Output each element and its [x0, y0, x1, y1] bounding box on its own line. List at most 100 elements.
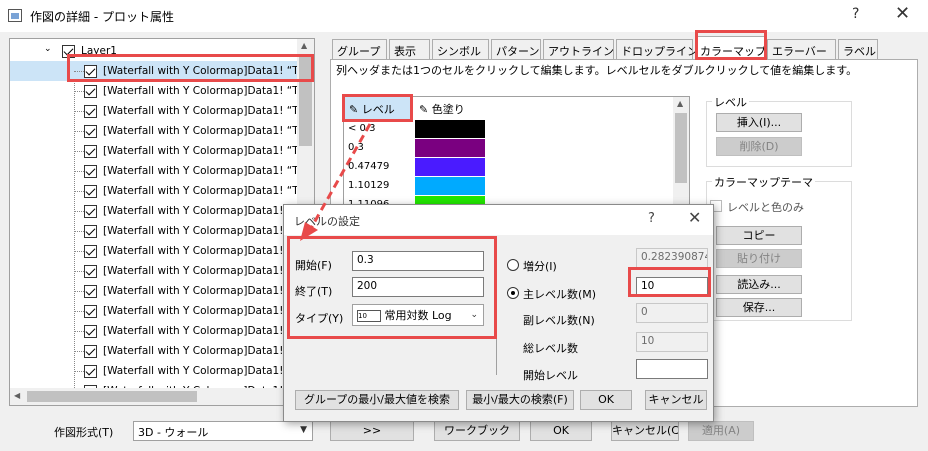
tree-item[interactable]: [Waterfall with Y Colormap]Data1! “Time [10, 61, 314, 81]
chevron-down-icon[interactable]: ⌄ [44, 44, 52, 54]
tree-item-checkbox[interactable] [84, 265, 97, 278]
tab-0[interactable]: グループ [332, 39, 387, 59]
colormap-grid[interactable]: ✎ レベル ✎ 色塗り < 0.30.30.474791.101291.1109… [343, 96, 690, 214]
dialog-ok-button[interactable]: OK [580, 390, 632, 410]
tree-item[interactable]: [Waterfall with Y Colormap]Data1! “T [10, 321, 299, 341]
tree-item-label: [Waterfall with Y Colormap]Data1! “T [103, 185, 299, 197]
apply-button[interactable]: 適用(A) [688, 421, 754, 441]
tree-item[interactable]: [Waterfall with Y Colormap]Data1! “T [10, 341, 299, 361]
scroll-up-icon[interactable]: ▲ [677, 99, 683, 108]
fill-column-header[interactable]: ✎ 色塗り [415, 97, 485, 119]
tree-item[interactable]: [Waterfall with Y Colormap]Data1! “T [10, 221, 299, 241]
find-minmax-button[interactable]: 最小/最大の検索(F) [466, 390, 574, 410]
scroll-left-icon[interactable]: ◀ [14, 391, 20, 400]
grid-vertical-scrollbar[interactable]: ▲ [673, 97, 689, 207]
dialog-cancel-button[interactable]: キャンセル [645, 390, 707, 410]
tree-item-checkbox[interactable] [84, 245, 97, 258]
tab-5[interactable]: ドロップライン [616, 39, 698, 59]
tree-guide-line [74, 311, 84, 312]
tree-item-checkbox[interactable] [84, 205, 97, 218]
grid-vertical-thumb[interactable] [675, 113, 687, 183]
level-cell[interactable]: 0.3 [348, 142, 364, 153]
load-theme-button[interactable]: 読込み... [716, 275, 802, 294]
insert-level-button[interactable]: 挿入(I)... [716, 113, 802, 132]
help-icon[interactable]: ? [852, 6, 859, 22]
tree-item[interactable]: [Waterfall with Y Colormap]Data1! “T [10, 301, 299, 321]
tree-item-checkbox[interactable] [84, 345, 97, 358]
tree-guide-line [74, 371, 84, 372]
tab-1[interactable]: 表示 [389, 39, 430, 59]
tree-item-checkbox[interactable] [84, 365, 97, 378]
tree-item-checkbox[interactable] [84, 105, 97, 118]
tree-item-label: [Waterfall with Y Colormap]Data1! “T [103, 285, 299, 297]
main-ok-button[interactable]: OK [530, 421, 592, 441]
plot-tree[interactable]: ⌄ Layer1 [Waterfall with Y Colormap]Data… [9, 38, 315, 406]
plot-type-select[interactable]: 3D - ウォール ▼ [133, 421, 313, 441]
expand-button[interactable]: >> [330, 421, 414, 441]
tab-4[interactable]: アウトライン [543, 39, 614, 59]
tree-item[interactable]: [Waterfall with Y Colormap]Data1! “T [10, 261, 299, 281]
tree-item[interactable]: [Waterfall with Y Colormap]Data1! “Time [10, 121, 314, 141]
tree-item[interactable]: [Waterfall with Y Colormap]Data1! “T [10, 361, 299, 381]
level-cell[interactable]: 1.10129 [348, 180, 389, 191]
delete-level-button[interactable]: 削除(D) [716, 137, 802, 156]
close-icon[interactable]: ✕ [895, 3, 910, 24]
main-cancel-button[interactable]: キャンセル(C) [611, 421, 679, 441]
increment-radio[interactable] [507, 259, 519, 271]
tree-item-checkbox[interactable] [84, 305, 97, 318]
color-swatch-cell[interactable] [415, 139, 485, 157]
tree-item-checkbox[interactable] [84, 165, 97, 178]
save-theme-button[interactable]: 保存... [716, 298, 802, 317]
tree-horizontal-scrollbar[interactable]: ◀ ▶ [10, 388, 314, 405]
minor-levels-input[interactable]: 0 [636, 303, 708, 323]
tree-item[interactable]: [Waterfall with Y Colormap]Data1! “T [10, 241, 299, 261]
tree-item-checkbox[interactable] [84, 185, 97, 198]
scale-type-select[interactable]: 10 常用対数 Log ⌄ [352, 304, 484, 326]
major-levels-radio[interactable] [507, 287, 519, 299]
tree-item[interactable]: [Waterfall with Y Colormap]Data1! “T [10, 181, 299, 201]
tree-item-checkbox[interactable] [84, 145, 97, 158]
level-cell[interactable]: < 0.3 [348, 123, 375, 134]
tree-item-checkbox[interactable] [84, 65, 97, 78]
end-input[interactable]: 200 [352, 277, 484, 297]
tab-2[interactable]: シンボル [432, 39, 489, 59]
tree-item[interactable]: [Waterfall with Y Colormap]Data1! “Time [10, 141, 314, 161]
tree-item-checkbox[interactable] [84, 285, 97, 298]
tab-8[interactable]: ラベル [838, 39, 878, 59]
layer-checkbox[interactable] [62, 45, 75, 58]
total-levels-label: 総レベル数 [523, 342, 578, 355]
color-swatch-cell[interactable] [415, 177, 485, 195]
tree-item[interactable]: [Waterfall with Y Colormap]Data1! “Time [10, 101, 314, 121]
workbook-button[interactable]: ワークブック [434, 421, 520, 441]
end-label: 終了(T) [295, 285, 333, 298]
dialog-help-icon[interactable]: ? [648, 211, 655, 226]
tree-vertical-thumb[interactable] [299, 56, 312, 146]
tree-horizontal-thumb[interactable] [27, 391, 197, 402]
scroll-up-icon[interactable]: ▲ [301, 41, 307, 50]
tree-item-checkbox[interactable] [84, 225, 97, 238]
level-cell[interactable]: 0.47479 [348, 161, 389, 172]
tree-item-checkbox[interactable] [84, 85, 97, 98]
tree-item[interactable]: [Waterfall with Y Colormap]Data1! “T [10, 281, 299, 301]
start-level-input[interactable] [636, 359, 708, 379]
major-levels-input[interactable]: 10 [636, 277, 708, 297]
tree-guide-line [74, 71, 84, 72]
tab-3[interactable]: パターン [491, 39, 541, 59]
paste-theme-button[interactable]: 貼り付け [716, 249, 802, 268]
start-input[interactable]: 0.3 [352, 251, 484, 271]
tab-6[interactable]: カラーマップ [695, 36, 766, 60]
dialog-close-icon[interactable]: ✕ [688, 208, 701, 227]
tree-item-checkbox[interactable] [84, 125, 97, 138]
color-swatch-cell[interactable] [415, 120, 485, 138]
find-group-minmax-button[interactable]: グループの最小/最大値を検索 [295, 390, 459, 410]
color-swatch-cell[interactable] [415, 158, 485, 176]
increment-input[interactable]: 0.282390874( [636, 248, 708, 268]
tree-layer-node[interactable]: ⌄ Layer1 [10, 41, 298, 61]
copy-theme-button[interactable]: コピー [716, 226, 802, 245]
tree-item[interactable]: [Waterfall with Y Colormap]Data1! “T [10, 201, 299, 221]
tree-item-checkbox[interactable] [84, 325, 97, 338]
level-column-header[interactable]: ✎ レベル [345, 97, 413, 119]
tree-item[interactable]: [Waterfall with Y Colormap]Data1! “Time [10, 81, 314, 101]
tab-7[interactable]: エラーバー [767, 39, 836, 59]
tree-item[interactable]: [Waterfall with Y Colormap]Data1! “Time [10, 161, 314, 181]
